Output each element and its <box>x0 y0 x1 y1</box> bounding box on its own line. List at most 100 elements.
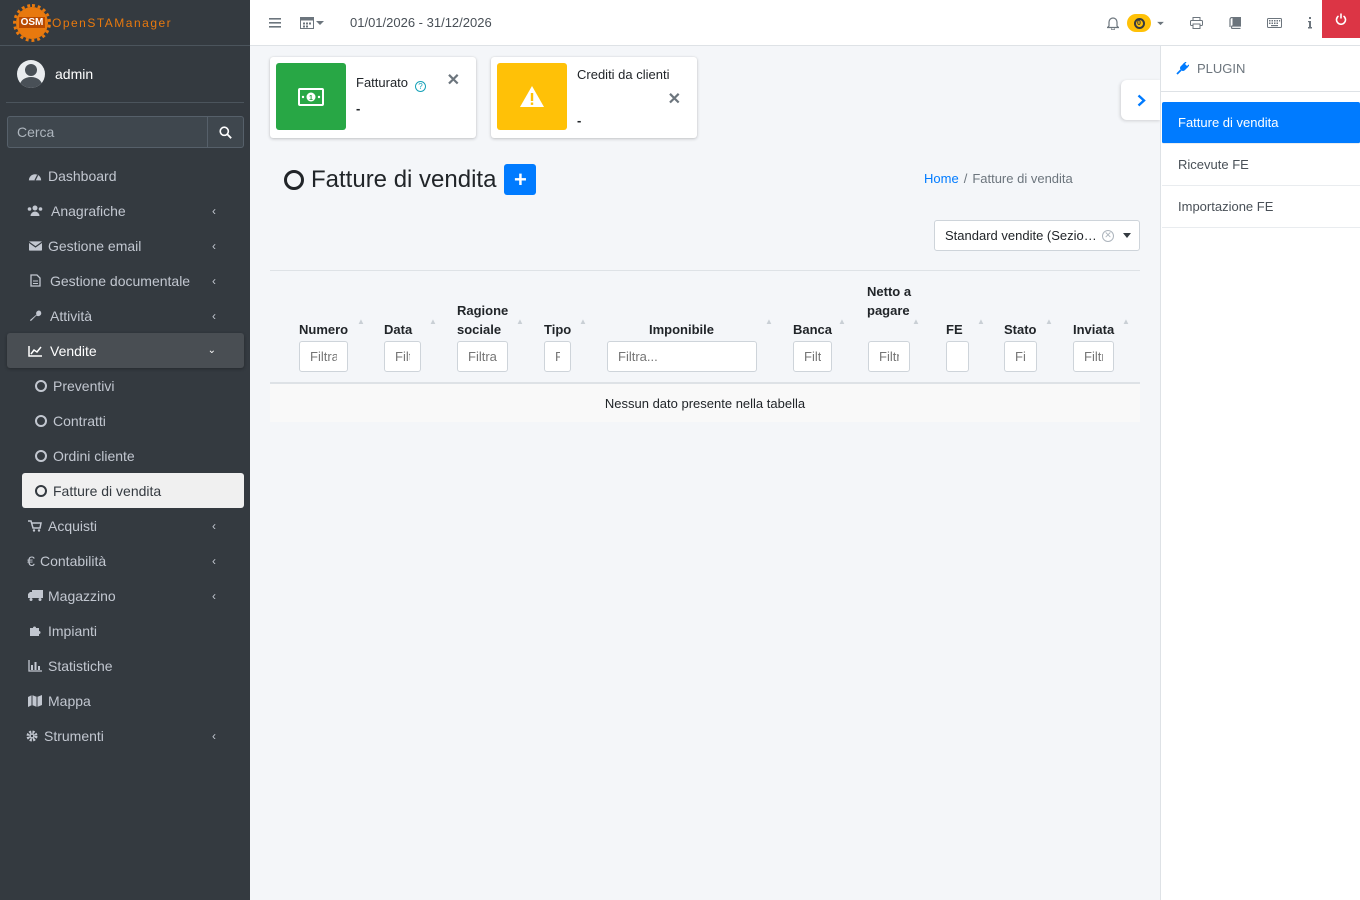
segment-select[interactable]: Standard vendite (Sezionale) ✕ <box>934 220 1140 251</box>
search-button[interactable] <box>207 116 244 148</box>
column-header-imponibile[interactable]: Imponibile <box>649 320 714 339</box>
circle-icon <box>35 379 47 392</box>
plugin-item-fatture-di-vendita[interactable]: Fatture di vendita <box>1162 102 1360 144</box>
chevron-down-icon: ⌄ <box>207 345 216 356</box>
filter-input-numero[interactable] <box>299 341 348 372</box>
sidebar-subitem-fatture-di-vendita[interactable]: Fatture di vendita <box>22 473 244 508</box>
calendar-dropdown-icon[interactable] <box>300 16 324 29</box>
info-box-value: - <box>356 101 361 116</box>
print-icon[interactable] <box>1190 17 1203 29</box>
sort-icon[interactable]: ▲ <box>429 317 437 326</box>
add-button[interactable]: + <box>504 164 537 195</box>
chevron-left-icon: ‹ <box>212 588 216 603</box>
clear-icon[interactable]: ✕ <box>1102 229 1114 242</box>
sidebar-menu: Dashboard Anagrafiche ‹ Gestione email ‹… <box>0 158 250 753</box>
filter-input-inviata[interactable] <box>1073 341 1114 372</box>
sidebar-subitem-preventivi[interactable]: Preventivi <box>22 368 244 403</box>
sidebar-item-statistiche[interactable]: Statistiche <box>7 648 244 683</box>
sort-icon[interactable]: ▲ <box>977 317 985 326</box>
logout-button[interactable] <box>1322 0 1360 38</box>
bell-icon[interactable] <box>1107 16 1119 30</box>
sidebar-item-contabilita[interactable]: € Contabilità ‹ <box>7 543 244 578</box>
help-icon[interactable]: ? <box>414 81 426 92</box>
user-panel[interactable]: admin <box>6 46 244 103</box>
sidebar-item-dashboard[interactable]: Dashboard <box>7 158 244 193</box>
sidebar-item-vendite[interactable]: Vendite ⌄ <box>7 333 244 368</box>
info-icon[interactable] <box>1308 17 1312 29</box>
sort-icon[interactable]: ▲ <box>357 317 365 326</box>
column-header-netto-a-pagare[interactable]: Netto a pagare <box>867 282 912 320</box>
notification-badge[interactable]: 0 <box>1127 14 1151 32</box>
filter-input-banca[interactable] <box>793 341 832 372</box>
book-icon[interactable] <box>1229 17 1241 29</box>
filter-input-ragione-sociale[interactable] <box>457 341 508 372</box>
sidebar-subitem-contratti[interactable]: Contratti <box>22 403 244 438</box>
cart-icon <box>26 519 44 532</box>
sort-icon[interactable]: ▲ <box>912 317 920 326</box>
control-sidebar-toggle[interactable] <box>1121 80 1161 120</box>
keyboard-icon[interactable] <box>1267 18 1282 28</box>
sidebar-item-strumenti[interactable]: Strumenti ‹ <box>7 718 244 753</box>
filter-input-stato[interactable] <box>1004 341 1037 372</box>
euro-icon: € <box>27 552 35 569</box>
circle-icon <box>35 484 47 497</box>
sidebar-item-mappa[interactable]: Mappa <box>7 683 244 718</box>
dashboard-icon <box>26 170 44 182</box>
map-icon <box>26 694 44 707</box>
close-icon[interactable]: ✕ <box>668 89 681 109</box>
filter-input-tipo[interactable] <box>544 341 571 372</box>
sort-icon[interactable]: ▲ <box>1045 317 1053 326</box>
search-input[interactable] <box>7 116 207 148</box>
date-range[interactable]: 01/01/2026 - 31/12/2026 <box>350 15 492 30</box>
sort-icon[interactable]: ▲ <box>838 317 846 326</box>
plugin-item-ricevute-fe[interactable]: Ricevute FE <box>1162 144 1360 186</box>
bar-chart-icon <box>26 659 44 672</box>
sort-icon[interactable]: ▲ <box>516 317 524 326</box>
wrench-icon <box>26 309 44 322</box>
caret-down-icon[interactable] <box>1157 21 1164 26</box>
breadcrumb-separator: / <box>963 171 968 186</box>
column-header-ragione-sociale[interactable]: Ragione sociale <box>457 301 512 339</box>
sidebar-item-anagrafiche[interactable]: Anagrafiche ‹ <box>7 193 244 228</box>
filter-input-netto-a-pagare[interactable] <box>868 341 910 372</box>
sort-icon[interactable]: ▲ <box>765 317 773 326</box>
chevron-left-icon: ‹ <box>212 518 216 533</box>
column-header-data[interactable]: Data <box>384 320 412 339</box>
sidebar-subitem-ordini-cliente[interactable]: Ordini cliente <box>22 438 244 473</box>
hamburger-menu-icon[interactable] <box>269 17 281 28</box>
column-header-tipo[interactable]: Tipo <box>544 320 571 339</box>
chevron-right-icon <box>1137 94 1146 106</box>
sort-icon[interactable]: ▲ <box>1122 317 1130 326</box>
sidebar-item-acquisti[interactable]: Acquisti ‹ <box>7 508 244 543</box>
column-header-stato[interactable]: Stato <box>1004 320 1037 339</box>
filter-input-imponibile[interactable] <box>607 341 757 372</box>
brand-link[interactable]: OSM OpenSTAManager <box>0 0 250 46</box>
caret-down-icon <box>1123 233 1131 238</box>
svg-text:1: 1 <box>309 95 313 102</box>
column-header-banca[interactable]: Banca <box>793 320 832 339</box>
main-sidebar: OSM OpenSTAManager admin Dashboard Anagr… <box>0 0 250 900</box>
document-icon <box>26 274 44 287</box>
info-box-icon <box>497 63 567 130</box>
gear-icon <box>26 730 38 742</box>
sort-icon[interactable]: ▲ <box>579 317 587 326</box>
sidebar-item-gestione-email[interactable]: Gestione email ‹ <box>7 228 244 263</box>
breadcrumb-home[interactable]: Home <box>924 171 959 186</box>
truck-icon <box>26 590 44 601</box>
breadcrumb: Home / Fatture di vendita <box>924 171 1073 186</box>
sidebar-item-attivita[interactable]: Attività ‹ <box>7 298 244 333</box>
close-icon[interactable]: ✕ <box>447 70 460 90</box>
sidebar-item-magazzino[interactable]: Magazzino ‹ <box>7 578 244 613</box>
column-header-numero[interactable]: Numero <box>299 320 348 339</box>
chevron-left-icon: ‹ <box>212 238 216 253</box>
column-header-inviata[interactable]: Inviata <box>1073 320 1114 339</box>
filter-input-data[interactable] <box>384 341 421 372</box>
circle-icon <box>35 414 47 427</box>
plugin-header: PLUGIN <box>1161 46 1360 92</box>
plugin-item-importazione-fe[interactable]: Importazione FE <box>1162 186 1360 228</box>
filter-input-fe[interactable] <box>946 341 969 372</box>
sidebar-item-gestione-documentale[interactable]: Gestione documentale ‹ <box>7 263 244 298</box>
sidebar-item-impianti[interactable]: Impianti <box>7 613 244 648</box>
avatar <box>17 60 45 88</box>
column-header-fe[interactable]: FE <box>946 320 963 339</box>
